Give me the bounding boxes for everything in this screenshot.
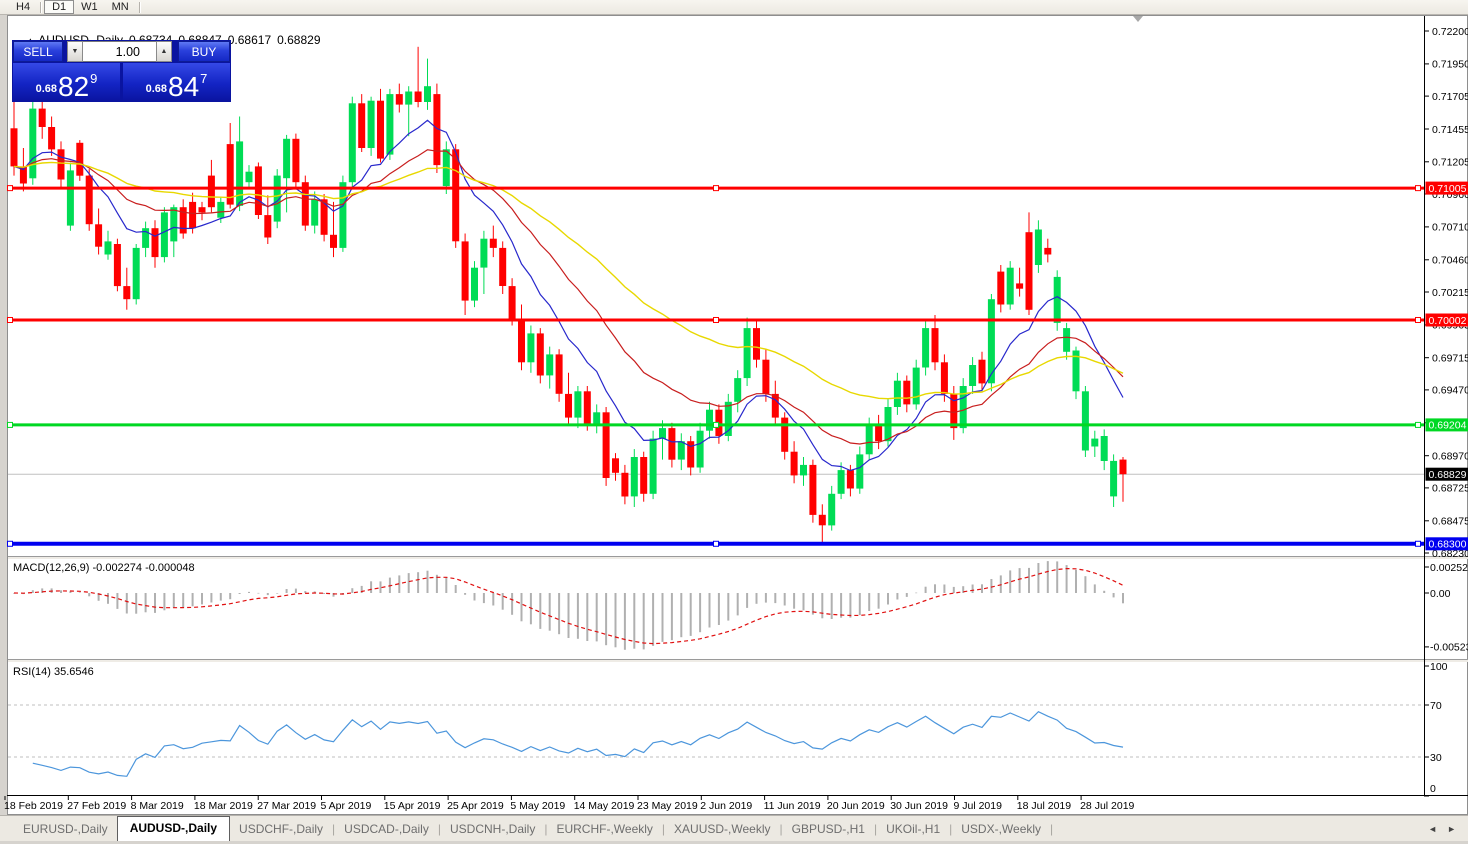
svg-text:0.00: 0.00 [1430,588,1451,600]
svg-text:23 May 2019: 23 May 2019 [637,800,698,812]
macd-main-value: -0.002274 [92,562,142,574]
tab-usdcad-daily[interactable]: USDCAD-,Daily [335,818,438,841]
svg-text:18 Feb 2019: 18 Feb 2019 [4,800,63,812]
line-handle[interactable] [8,422,13,427]
line-handle[interactable] [714,317,719,322]
tab-eurchf-weekly[interactable]: EURCHF-,Weekly [547,818,661,841]
svg-text:5 Apr 2019: 5 Apr 2019 [321,800,372,812]
svg-text:0.70215: 0.70215 [1432,287,1468,299]
svg-text:27 Mar 2019: 27 Mar 2019 [257,800,316,812]
svg-text:5 May 2019: 5 May 2019 [510,800,565,812]
day-low: 0.68617 [228,33,271,47]
svg-text:0.71005: 0.71005 [1429,183,1467,195]
svg-text:9 Jul 2019: 9 Jul 2019 [954,800,1003,812]
sell-price-pip: 9 [90,71,97,86]
svg-text:0.71205: 0.71205 [1432,157,1468,169]
tab-ukoil-h1[interactable]: UKOil-,H1 [877,818,949,841]
line-handle[interactable] [8,541,13,546]
svg-text:0.71705: 0.71705 [1432,91,1468,103]
tab-gbpusd-h1[interactable]: GBPUSD-,H1 [783,818,874,841]
buy-button[interactable]: BUY [178,41,230,62]
svg-text:18 Jul 2019: 18 Jul 2019 [1017,800,1071,812]
sell-price-prefix: 0.68 [36,83,57,95]
chart-window-frame [7,16,1468,815]
svg-text:100: 100 [1430,661,1448,673]
svg-text:25 Apr 2019: 25 Apr 2019 [447,800,504,812]
line-handle[interactable] [1416,186,1421,191]
rsi-indicator-label: RSI(14) 35.6546 [13,666,94,678]
mt4-terminal-window: H4D1W1MN 0.722000.719500.717050.714550.7… [0,0,1468,844]
macd-name: MACD(12,26,9) [13,562,89,574]
line-handle[interactable] [1416,317,1421,322]
svg-text:30 Jun 2019: 30 Jun 2019 [890,800,948,812]
svg-text:0.002522: 0.002522 [1430,562,1468,574]
svg-text:0.71950: 0.71950 [1432,59,1468,71]
tab-separator: | [1050,822,1053,841]
tab-usdx-weekly[interactable]: USDX-,Weekly [952,818,1050,841]
volume-decrease-button[interactable]: ▼ [67,41,83,62]
sell-price-big: 82 [58,76,89,98]
svg-text:0.70710: 0.70710 [1432,222,1468,234]
line-handle[interactable] [714,422,719,427]
svg-text:0.68300: 0.68300 [1429,539,1467,551]
svg-text:0.70460: 0.70460 [1432,255,1468,267]
svg-text:0.69204: 0.69204 [1429,420,1467,432]
svg-text:11 Jun 2019: 11 Jun 2019 [764,800,821,812]
svg-text:18 Mar 2019: 18 Mar 2019 [194,800,253,812]
svg-text:14 May 2019: 14 May 2019 [574,800,635,812]
rsi-value: 35.6546 [54,666,94,678]
svg-text:28 Jul 2019: 28 Jul 2019 [1080,800,1134,812]
svg-text:0.68970: 0.68970 [1432,451,1468,463]
svg-text:30: 30 [1430,752,1442,764]
tab-eurusd-daily[interactable]: EURUSD-,Daily [14,818,117,841]
buy-price-prefix: 0.68 [146,83,167,95]
tab-audusd-daily[interactable]: AUDUSD-,Daily [117,816,230,841]
line-handle[interactable] [1416,422,1421,427]
svg-text:0.68829: 0.68829 [1429,469,1467,481]
svg-text:0.71455: 0.71455 [1432,124,1468,136]
chart-tab-bar: EURUSD-,DailyAUDUSD-,DailyUSDCHF-,Daily |… [0,815,1468,841]
volume-increase-button[interactable]: ▲ [156,41,172,62]
buy-price-big: 84 [168,76,199,98]
line-handle[interactable] [714,541,719,546]
sell-button[interactable]: SELL [13,41,63,62]
line-handle[interactable] [8,186,13,191]
svg-text:27 Feb 2019: 27 Feb 2019 [67,800,126,812]
svg-text:0.72200: 0.72200 [1432,26,1468,38]
price-chart-canvas[interactable]: 0.722000.719500.717050.714550.712050.709… [0,0,1468,844]
tab-usdcnh-daily[interactable]: USDCNH-,Daily [441,818,544,841]
sell-price-panel[interactable]: 0.68 82 9 [13,63,120,101]
svg-text:-0.005234: -0.005234 [1430,642,1468,654]
svg-text:0.68475: 0.68475 [1432,516,1468,528]
one-click-trading-panel: SELL ▼ ▲ BUY 0.68 82 9 0.68 84 7 [12,40,231,102]
svg-text:70: 70 [1430,700,1442,712]
tab-scroll-right-icon[interactable]: ► [1447,824,1456,834]
svg-text:0.69715: 0.69715 [1432,353,1468,365]
tab-xauusd-weekly[interactable]: XAUUSD-,Weekly [665,818,779,841]
svg-text:0: 0 [1430,783,1436,795]
svg-text:8 Mar 2019: 8 Mar 2019 [131,800,184,812]
tab-scroll-buttons: ◄► [1428,824,1468,841]
tab-scroll-left-icon[interactable]: ◄ [1428,824,1437,834]
svg-text:0.69470: 0.69470 [1432,385,1468,397]
macd-indicator-label: MACD(12,26,9) -0.002274 -0.000048 [13,562,195,574]
svg-text:15 Apr 2019: 15 Apr 2019 [384,800,441,812]
day-close: 0.68829 [277,33,320,47]
svg-text:2 Jun 2019: 2 Jun 2019 [700,800,752,812]
line-handle[interactable] [8,317,13,322]
rsi-name: RSI(14) [13,666,51,678]
line-handle[interactable] [714,186,719,191]
svg-text:0.68725: 0.68725 [1432,483,1468,495]
buy-price-pip: 7 [200,71,207,86]
line-handle[interactable] [1416,541,1421,546]
svg-text:20 Jun 2019: 20 Jun 2019 [827,800,885,812]
macd-signal-value: -0.000048 [145,562,195,574]
volume-input[interactable] [83,41,156,62]
tab-usdchf-daily[interactable]: USDCHF-,Daily [230,818,332,841]
svg-text:0.70002: 0.70002 [1429,315,1467,327]
buy-price-panel[interactable]: 0.68 84 7 [123,63,230,101]
